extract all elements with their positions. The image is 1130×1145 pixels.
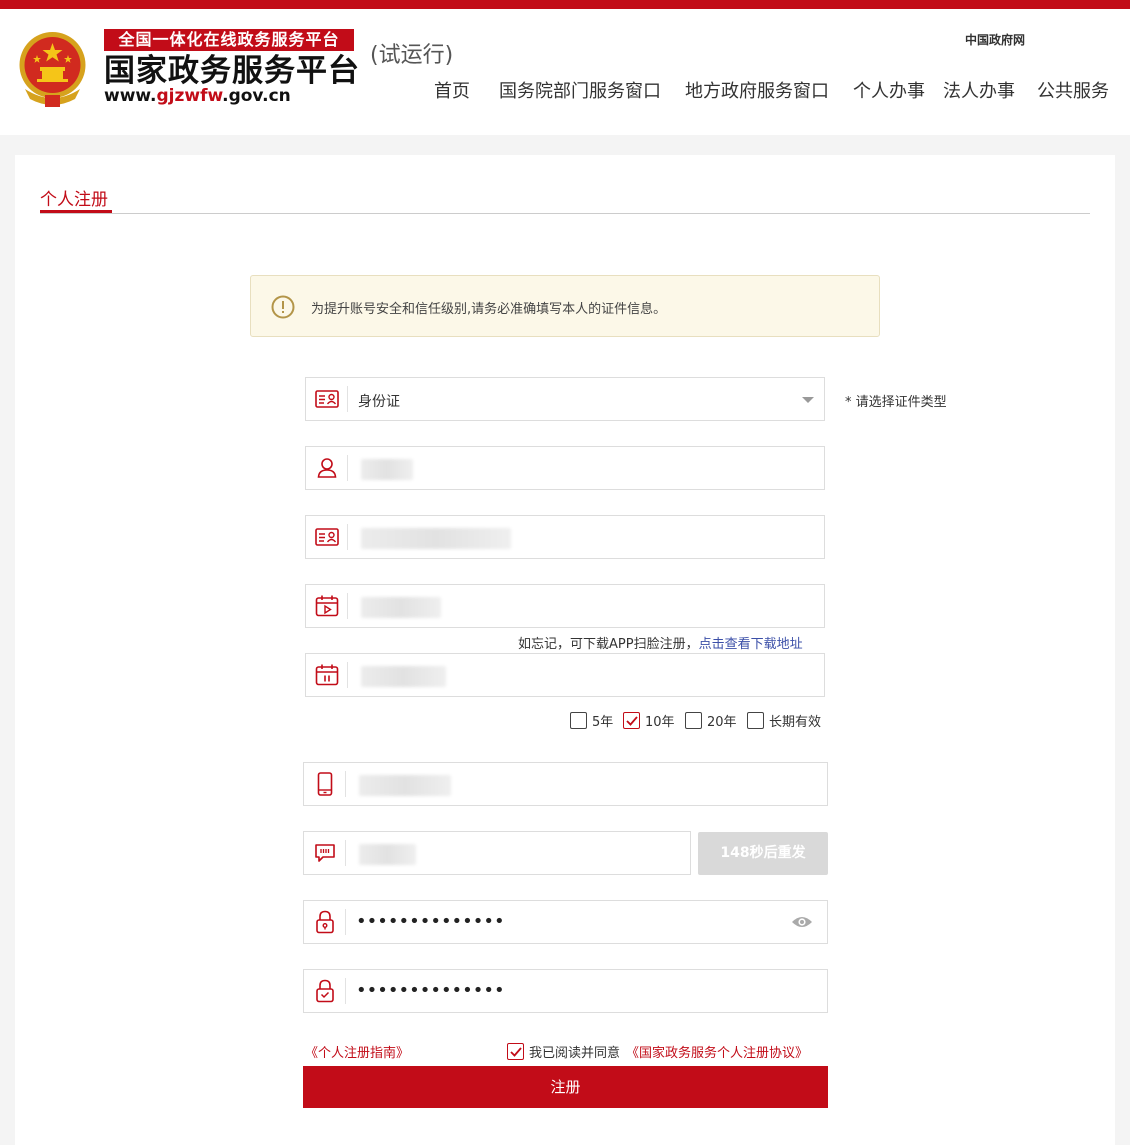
nav-public-services[interactable]: 公共服务 bbox=[1037, 77, 1109, 103]
agree-checkbox[interactable] bbox=[507, 1042, 524, 1060]
agreement-row: 我已阅读并同意 《国家政务服务个人注册协议》 bbox=[507, 1042, 808, 1061]
password-input[interactable]: •••••••••••••• bbox=[303, 900, 828, 944]
checkmark-icon bbox=[510, 1046, 522, 1057]
valid-end-date-input[interactable] bbox=[305, 653, 825, 697]
message-icon bbox=[314, 844, 335, 862]
redacted-id-number bbox=[361, 528, 511, 549]
lock-check-icon bbox=[315, 979, 334, 1003]
show-password-eye-icon[interactable] bbox=[791, 914, 813, 930]
registration-guide-link[interactable]: 《个人注册指南》 bbox=[305, 1042, 409, 1061]
nav-legal-entity-services[interactable]: 法人办事 bbox=[943, 77, 1015, 103]
checkbox-10y[interactable] bbox=[623, 711, 640, 729]
redacted-name bbox=[361, 459, 413, 480]
id-number-input[interactable] bbox=[305, 515, 825, 559]
top-red-bar bbox=[0, 0, 1130, 9]
calendar-start-icon bbox=[315, 595, 338, 617]
validity-option-5y[interactable]: 5年 bbox=[570, 711, 613, 730]
agreement-link[interactable]: 《国家政务服务个人注册协议》 bbox=[626, 1042, 808, 1061]
id-type-value: 身份证 bbox=[358, 394, 400, 410]
id-type-hint: * 请选择证件类型 bbox=[845, 395, 947, 410]
register-button[interactable]: 注册 bbox=[303, 1066, 828, 1108]
redacted-phone bbox=[359, 775, 451, 796]
checkbox-5y[interactable] bbox=[570, 711, 587, 729]
calendar-end-icon bbox=[315, 664, 338, 686]
valid-start-date-input[interactable] bbox=[305, 584, 825, 628]
redacted-sms-code bbox=[359, 844, 416, 865]
resend-code-button[interactable]: 148秒后重发 bbox=[698, 832, 828, 875]
confirm-password-value: •••••••••••••• bbox=[356, 980, 505, 1001]
forgot-hint: 如忘记，可下载APP扫脸注册，点击查看下载地址 bbox=[518, 637, 803, 652]
nav-state-council[interactable]: 国务院部门服务窗口 bbox=[499, 77, 661, 103]
id-card-icon bbox=[314, 528, 339, 546]
nav-home[interactable]: 首页 bbox=[434, 77, 470, 103]
confirm-password-input[interactable]: •••••••••••••• bbox=[303, 969, 828, 1013]
redacted-end-date bbox=[361, 666, 446, 687]
checkbox-permanent[interactable] bbox=[747, 711, 764, 729]
phone-input[interactable] bbox=[303, 762, 828, 806]
checkbox-20y[interactable] bbox=[685, 711, 702, 729]
mobile-icon bbox=[317, 772, 332, 796]
nav-personal-services[interactable]: 个人办事 bbox=[853, 77, 925, 103]
tab-divider bbox=[40, 213, 1090, 214]
notice-text: 为提升账号安全和信任级别,请务必准确填写本人的证件信息。 bbox=[311, 302, 667, 317]
nav-local-government[interactable]: 地方政府服务窗口 bbox=[685, 77, 829, 103]
user-icon bbox=[317, 458, 336, 478]
id-type-select[interactable]: 身份证 bbox=[305, 377, 825, 421]
national-emblem-icon bbox=[19, 32, 86, 107]
dropdown-arrow-icon bbox=[802, 397, 814, 403]
logo-url: www.gjzwfw.gov.cn bbox=[104, 86, 291, 106]
trial-label: (试运行) bbox=[370, 43, 454, 68]
validity-option-10y[interactable]: 10年 bbox=[623, 711, 675, 730]
agree-text: 我已阅读并同意 bbox=[529, 1045, 621, 1061]
sms-code-input[interactable] bbox=[303, 831, 691, 875]
lock-icon bbox=[315, 910, 334, 934]
redacted-start-date bbox=[361, 597, 441, 618]
registration-card: 个人注册 为提升账号安全和信任级别,请务必准确填写本人的证件信息。 身份证 * … bbox=[15, 155, 1115, 1145]
id-card-icon bbox=[314, 390, 339, 408]
checkmark-icon bbox=[626, 715, 638, 726]
password-value: •••••••••••••• bbox=[356, 911, 505, 932]
alert-circle-icon bbox=[271, 295, 295, 319]
validity-option-20y[interactable]: 20年 bbox=[685, 711, 737, 730]
download-address-link[interactable]: 点击查看下载地址 bbox=[699, 637, 803, 652]
site-header: 全国一体化在线政务服务平台 国家政务服务平台 www.gjzwfw.gov.cn… bbox=[0, 9, 1130, 135]
logo-name: 国家政务服务平台 bbox=[104, 53, 360, 89]
tab-personal-registration[interactable]: 个人注册 bbox=[40, 185, 108, 210]
name-input[interactable] bbox=[305, 446, 825, 490]
validity-option-permanent[interactable]: 长期有效 bbox=[747, 711, 821, 730]
gov-site-link[interactable]: 中国政府网 bbox=[965, 31, 1025, 48]
security-notice: 为提升账号安全和信任级别,请务必准确填写本人的证件信息。 bbox=[250, 275, 880, 337]
logo-tagline: 全国一体化在线政务服务平台 bbox=[104, 29, 354, 51]
